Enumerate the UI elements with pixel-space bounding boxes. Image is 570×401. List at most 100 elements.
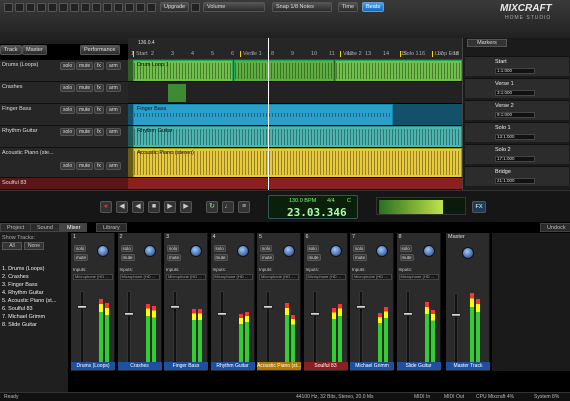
marker-row[interactable]: Bridge 21:1:000 bbox=[465, 166, 569, 186]
mute-button[interactable]: mute bbox=[353, 254, 368, 261]
zoom-in-icon[interactable] bbox=[114, 3, 123, 12]
channel-name[interactable]: Slide Guitar bbox=[396, 362, 441, 370]
channel-name[interactable]: Finger Bass bbox=[164, 362, 208, 370]
solo-button[interactable]: solo bbox=[399, 245, 412, 252]
track-name[interactable]: Crashes bbox=[2, 84, 22, 90]
track-checkbox[interactable]: 4. Rhythm Guitar bbox=[2, 290, 44, 296]
copy-icon[interactable] bbox=[81, 3, 90, 12]
stop-button[interactable]: ■ bbox=[148, 201, 160, 213]
delete-icon[interactable] bbox=[103, 3, 112, 12]
mute-button[interactable]: mute bbox=[167, 254, 182, 261]
arm-button[interactable]: arm bbox=[106, 62, 121, 70]
mute-button[interactable]: mute bbox=[399, 254, 414, 261]
marker-row[interactable]: Start 1:1:000 bbox=[465, 56, 569, 76]
track-checkbox[interactable]: 6. Soulful 83 bbox=[2, 306, 33, 312]
volume-fader[interactable] bbox=[170, 305, 180, 309]
show-none-button[interactable]: None bbox=[24, 242, 44, 250]
pan-knob[interactable] bbox=[97, 245, 109, 257]
marker-start[interactable]: Start bbox=[133, 51, 148, 57]
rewind-to-start-button[interactable]: ◀ bbox=[116, 201, 128, 213]
track-header-drums[interactable]: Drums (Loops) solo mute fx arm bbox=[0, 60, 128, 82]
input-select[interactable]: Microphone (HD ... bbox=[73, 274, 113, 280]
arm-button[interactable]: arm bbox=[106, 162, 121, 170]
clip-rhythm-guitar[interactable]: Rhythm Guitar bbox=[133, 126, 462, 147]
solo-button[interactable]: solo bbox=[60, 162, 76, 170]
input-select[interactable]: Microphone (HD ... bbox=[305, 274, 346, 280]
metronome-button[interactable]: ♩ bbox=[222, 201, 234, 213]
record-button[interactable]: ● bbox=[100, 201, 112, 213]
playhead[interactable] bbox=[268, 38, 269, 190]
track-checkbox[interactable]: 7. Michael Grimm bbox=[2, 314, 45, 320]
track-name[interactable]: Acoustic Piano (ste... bbox=[2, 150, 54, 156]
marker-row[interactable]: Verse 1 3:1:000 bbox=[465, 78, 569, 98]
volume-fader[interactable] bbox=[402, 312, 413, 316]
track-checkbox[interactable]: 8. Slide Guitar bbox=[2, 322, 37, 328]
arm-button[interactable]: arm bbox=[106, 84, 121, 92]
fx-button[interactable]: fx bbox=[94, 162, 104, 170]
clip-finger-bass[interactable]: Finger Bass bbox=[133, 104, 393, 125]
automation-select[interactable]: Volume bbox=[203, 2, 265, 12]
fx-button[interactable]: fx bbox=[94, 106, 104, 114]
input-select[interactable]: Microphone (HD ... bbox=[259, 274, 299, 280]
input-select[interactable]: Microphone (HD ... bbox=[119, 274, 160, 280]
new-icon[interactable] bbox=[4, 3, 13, 12]
mute-button[interactable]: mute bbox=[76, 84, 94, 92]
zoom-fit-icon[interactable] bbox=[136, 3, 145, 12]
arm-button[interactable]: arm bbox=[106, 106, 121, 114]
grid-icon[interactable] bbox=[147, 3, 156, 12]
clip-crash[interactable] bbox=[168, 84, 186, 102]
solo-button[interactable]: solo bbox=[60, 106, 76, 114]
track-name[interactable]: Drums (Loops) bbox=[2, 62, 38, 68]
channel-name[interactable]: Michael Grimm bbox=[350, 362, 394, 370]
mute-button[interactable]: mute bbox=[76, 162, 94, 170]
solo-button[interactable]: solo bbox=[167, 245, 180, 252]
mute-button[interactable]: mute bbox=[213, 254, 228, 261]
fx-button[interactable]: fx bbox=[94, 62, 104, 70]
solo-button[interactable]: solo bbox=[260, 245, 273, 252]
volume-fader[interactable] bbox=[263, 305, 273, 309]
solo-button[interactable]: solo bbox=[60, 128, 76, 136]
pan-knob[interactable] bbox=[329, 245, 342, 257]
input-select[interactable]: Microphone (HD ... bbox=[212, 274, 253, 280]
mute-button[interactable]: mute bbox=[76, 106, 94, 114]
pan-knob[interactable] bbox=[376, 245, 388, 257]
channel-name[interactable]: Rhythm Guitar bbox=[210, 362, 255, 370]
tab-project[interactable]: Project bbox=[0, 223, 32, 232]
fx-button[interactable]: FX bbox=[472, 201, 486, 213]
input-select[interactable]: Microphone (HD ... bbox=[166, 274, 206, 280]
clip-drum-loop[interactable] bbox=[335, 60, 462, 81]
snap-select[interactable]: Snap 1/8 Notes bbox=[272, 2, 332, 12]
paste-icon[interactable] bbox=[92, 3, 101, 12]
tab-sound[interactable]: Sound bbox=[30, 223, 60, 232]
track-header-bass[interactable]: Finger Bass solo mute fx arm bbox=[0, 104, 128, 126]
channel-name[interactable]: Drums (Loops) bbox=[71, 362, 115, 370]
rewind-button[interactable]: ◀ bbox=[132, 201, 144, 213]
track-header-soulful[interactable]: Soulful 83 bbox=[0, 178, 128, 190]
input-select[interactable]: Microphone (HD ... bbox=[398, 274, 439, 280]
clip-drum-loop[interactable]: Drum Loop 1 bbox=[133, 60, 233, 81]
volume-fader[interactable] bbox=[77, 305, 87, 309]
track-menu-button[interactable]: Track bbox=[0, 45, 22, 55]
marker-row[interactable]: Solo 1 13:1:000 bbox=[465, 122, 569, 142]
pan-knob[interactable] bbox=[143, 245, 156, 257]
solo-button[interactable]: solo bbox=[60, 84, 76, 92]
zoom-out-icon[interactable] bbox=[125, 3, 134, 12]
lock-icon[interactable] bbox=[191, 3, 200, 12]
redo-icon[interactable] bbox=[59, 3, 68, 12]
solo-button[interactable]: solo bbox=[74, 245, 87, 252]
channel-name[interactable]: Acoustic Piano (st... bbox=[257, 362, 301, 370]
fast-forward-button[interactable]: ▶ bbox=[180, 201, 192, 213]
mixer-settings-button[interactable]: ≡ bbox=[238, 201, 250, 213]
loop-button[interactable]: ↻ bbox=[206, 201, 218, 213]
channel-name[interactable]: Crashes bbox=[117, 362, 162, 370]
volume-fader[interactable] bbox=[123, 312, 134, 316]
mute-button[interactable]: mute bbox=[74, 254, 89, 261]
pan-knob[interactable] bbox=[190, 245, 202, 257]
mute-button[interactable]: mute bbox=[76, 128, 94, 136]
tab-mixer[interactable]: Mixer bbox=[60, 223, 88, 232]
track-checkbox[interactable]: 2. Crashes bbox=[2, 274, 29, 280]
pan-knob[interactable] bbox=[283, 245, 295, 257]
track-checkbox[interactable]: 1. Drums (Loops) bbox=[2, 266, 45, 272]
pan-knob[interactable] bbox=[236, 245, 249, 257]
solo-button[interactable]: solo bbox=[306, 245, 319, 252]
